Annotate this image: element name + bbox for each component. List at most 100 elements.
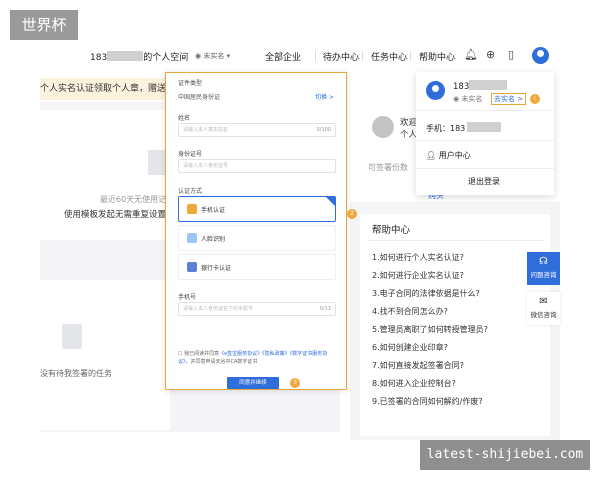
idno-input[interactable]: 请输入本人身份证号 [178, 159, 336, 173]
faq-item[interactable]: 2.如何进行企业实名认证? [372, 270, 464, 281]
faq-item[interactable]: 7.如何直接发起签署合同? [372, 360, 464, 371]
nav-divider [362, 51, 363, 61]
nav-divider [315, 51, 316, 61]
headset-icon: ☊ [539, 256, 548, 267]
wechat-icon: ✉ [539, 296, 548, 307]
service-agreement-link[interactable]: 《e签宝服务协议》 [219, 351, 262, 357]
nav-divider [410, 51, 411, 61]
signable-count-label: 可签署份数 [368, 163, 408, 172]
user-center-label: 用户中心 [438, 151, 471, 160]
verify-status[interactable]: ◉ 未实名 ▾ [195, 51, 230, 61]
dropdown-avatar [426, 81, 445, 100]
step-1-marker: ! [530, 94, 540, 104]
top-navbar: 183 的个人空间 ◉ 未实名 ▾ 全部企业 待办中心 任务中心 帮助中心 🔔︎ … [40, 40, 560, 72]
watermark-logo: 世界杯 [10, 10, 78, 40]
shield-icon: ◉ [453, 95, 460, 103]
recent-empty-text: 最近60天无使用记 [100, 195, 167, 204]
faq-item[interactable]: 5.管理员离职了如何转授管理员? [372, 324, 488, 335]
step-2-marker: 2 [347, 209, 357, 219]
phone-input[interactable]: 请输入本人身份证名下的手机号 0/11 [178, 302, 336, 316]
go-realname-button[interactable]: 去实名 > [491, 93, 527, 105]
faq-item[interactable]: 3.电子合同的法律依据是什么? [372, 288, 480, 299]
user-avatar[interactable] [532, 47, 549, 64]
welcome-title: 欢迎 [400, 118, 418, 128]
globe-icon[interactable]: ⊕ [486, 48, 495, 61]
consult-label: 问题咨询 [530, 271, 557, 279]
watermark-domain: latest-shijiebei.com [420, 440, 590, 470]
method-face-option[interactable]: 人脸识别 [178, 225, 336, 251]
id-type-switch[interactable]: 切换 > [315, 92, 334, 101]
welcome-sub: 个人 [400, 130, 418, 140]
document-icon [62, 324, 82, 349]
privacy-policy-link[interactable]: 《隐私政策》 [262, 351, 290, 357]
name-label: 姓名 [178, 115, 191, 122]
method-phone-option[interactable]: 手机认证 [178, 196, 336, 222]
dropdown-status-text: 未实名 [461, 95, 483, 103]
method-bank-label: 银行卡认证 [201, 265, 232, 272]
bell-icon[interactable]: 🔔︎ [464, 48, 478, 61]
divider [416, 110, 554, 111]
agreement-prefix: 我已阅读并同意 [184, 351, 220, 357]
space-phone-prefix: 183 [90, 53, 108, 63]
dropdown-phone: 183 [453, 80, 508, 92]
banner-text: 个人实名认证领取个人章，赠送 [40, 84, 165, 94]
recent-templates-card: 最近60天无使用记 使用模板发起无需重复设置签 [40, 110, 175, 240]
help-center-title: 帮助中心 [372, 225, 411, 236]
dropdown-verify-status: ◉ 未实名 [453, 94, 482, 104]
phone-count: 0/11 [319, 306, 331, 312]
consult-button[interactable]: ☊ 问题咨询 [527, 252, 560, 285]
space-label: 的个人空间 [143, 53, 189, 63]
faq-item[interactable]: 4.找不到合同怎么办? [372, 306, 448, 317]
agreement-text[interactable]: ☐ 我已阅读并同意《e签宝服务协议》《隐私政策》《数字证书服务协议》，并同意申请… [178, 350, 338, 366]
masked-phone [469, 80, 508, 90]
dropdown-phone-info: 手机：183 [426, 122, 502, 134]
template-tip-text: 使用模板发起无需重复设置签 [64, 210, 175, 220]
dropdown-phone-label: 手机：183 [426, 124, 466, 133]
personal-space-switcher[interactable]: 183 的个人空间 [90, 50, 188, 63]
nav-todo-center[interactable]: 待办中心 [323, 50, 359, 63]
phone-icon [187, 204, 197, 214]
faq-item[interactable]: 9.已签署的合同如何解约/作废? [372, 396, 483, 407]
user-center-item[interactable]: 👤︎ 用户中心 [426, 150, 471, 161]
idno-label: 身份证号 [178, 151, 203, 158]
name-input[interactable]: 请输入本人真实姓名 0/100 [178, 123, 336, 137]
nav-help-center[interactable]: 帮助中心 [419, 50, 455, 63]
logout-item[interactable]: 退出登录 [468, 176, 500, 187]
no-tasks-text: 没有待我签署的任务 [40, 369, 112, 378]
mobile-icon[interactable]: ▯ [508, 48, 514, 61]
divider [416, 168, 554, 169]
method-bank-option[interactable]: 银行卡认证 [178, 254, 336, 280]
agree-continue-button[interactable]: 同意并继续 [227, 377, 279, 389]
verify-status-text: 未实名 [203, 52, 225, 60]
faq-item[interactable]: 1.如何进行个人实名认证? [372, 252, 464, 263]
dropdown-phone-prefix: 183 [453, 82, 470, 92]
agreement-checkbox[interactable]: ☐ [178, 351, 182, 357]
wechat-consult-button[interactable]: ✉ 微信咨询 [527, 292, 560, 325]
method-face-label: 人脸识别 [201, 236, 226, 243]
phone-placeholder: 请输入本人身份证名下的手机号 [183, 306, 254, 312]
divider [368, 240, 544, 241]
realname-verify-modal: 证件类型 中国居民身份证 切换 > 姓名 请输入本人真实姓名 0/100 身份证… [165, 72, 347, 390]
masked-phone [467, 122, 502, 132]
phone-label: 手机号 [178, 294, 197, 301]
masked-phone [107, 51, 144, 61]
help-center-panel: 帮助中心 1.如何进行个人实名认证? 2.如何进行企业实名认证? 3.电子合同的… [360, 214, 550, 436]
method-phone-label: 手机认证 [201, 207, 226, 214]
idno-placeholder: 请输入本人身份证号 [183, 163, 229, 169]
shield-icon: ◉ [195, 52, 202, 60]
id-type-value[interactable]: 中国居民身份证 [178, 92, 220, 101]
user-dropdown-menu: 183 ◉ 未实名 去实名 > ! 手机：183 👤︎ 用户中心 退出登录 [416, 72, 554, 195]
name-placeholder: 请输入本人真实姓名 [183, 127, 229, 133]
nav-task-center[interactable]: 任务中心 [371, 50, 407, 63]
user-icon: 👤︎ [426, 151, 437, 160]
nav-all-enterprises[interactable]: 全部企业 [265, 50, 301, 63]
caret-down-icon: ▾ [226, 52, 231, 60]
faq-item[interactable]: 6.如何创建企业印章? [372, 342, 448, 353]
face-icon [187, 233, 197, 243]
faq-item[interactable]: 8.如何进入企业控制台? [372, 378, 456, 389]
name-count: 0/100 [316, 127, 331, 133]
divider [416, 140, 554, 141]
pending-tasks-card: 没有待我签署的任务 [40, 280, 170, 430]
user-avatar-placeholder [372, 116, 394, 138]
step-3-marker: 3 [290, 378, 300, 388]
